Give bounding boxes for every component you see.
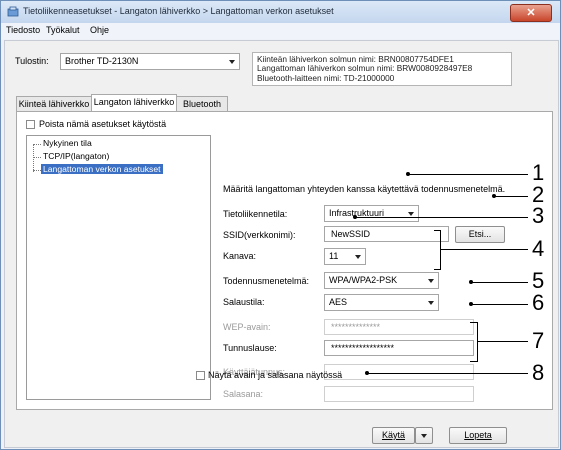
- username-input[interactable]: [324, 364, 474, 380]
- tree-item-current-status[interactable]: Nykyinen tila: [43, 138, 92, 148]
- password-label: Salasana:: [223, 389, 264, 399]
- channel-select[interactable]: 11: [324, 248, 366, 265]
- printer-info-box: Kiinteän lähiverkon solmun nimi: BRN0080…: [252, 52, 512, 86]
- callout-6: 6: [532, 290, 545, 315]
- close-button-label: Lopeta: [464, 430, 492, 440]
- comm-mode-label: Tietoliikennetila:: [223, 209, 288, 219]
- callout-line-1: [408, 174, 528, 175]
- auth-method-value: WPA/WPA2-PSK: [329, 275, 398, 285]
- callout-4: 4: [532, 236, 545, 261]
- callout-line-5: [471, 282, 528, 283]
- app-icon: [7, 6, 19, 17]
- chevron-down-icon: [355, 255, 361, 259]
- encryption-select[interactable]: AES: [324, 294, 439, 311]
- password-input[interactable]: [324, 386, 474, 402]
- ssid-input[interactable]: NewSSID: [324, 226, 449, 242]
- show-key-label: Näytä avain ja salasana näytössä: [208, 370, 343, 380]
- disable-settings-checkbox[interactable]: [26, 120, 35, 129]
- passphrase-label: Tunnuslause:: [223, 343, 277, 353]
- callout-3: 3: [532, 203, 545, 228]
- auth-method-label: Todennusmenetelmä:: [223, 276, 310, 286]
- settings-tree: Nykyinen tila TCP/IP(langaton) Langattom…: [26, 135, 211, 400]
- main-panel: Tulostin: Brother TD-2130N Kiinteän lähi…: [4, 40, 559, 448]
- close-window-button[interactable]: ✕: [510, 4, 552, 22]
- callout-line-6: [471, 304, 528, 305]
- channel-value: 11: [329, 251, 339, 261]
- tree-item-wireless-settings[interactable]: Langattoman verkon asetukset: [41, 164, 163, 174]
- callout-line-7: [478, 341, 528, 342]
- wireless-tab-page: Poista nämä asetukset käytöstä Nykyinen …: [16, 111, 553, 410]
- callout-line-8: [367, 373, 528, 374]
- comm-mode-select[interactable]: Infrastruktuuri: [324, 205, 419, 222]
- callout-7: 7: [532, 328, 545, 353]
- menu-bar: Tiedosto Työkalut Ohje: [1, 23, 560, 39]
- encryption-value: AES: [329, 297, 348, 307]
- chevron-down-icon: [428, 301, 434, 305]
- wep-key-label: WEP-avain:: [223, 322, 271, 332]
- tree-line: [33, 170, 41, 171]
- show-key-checkbox[interactable]: [196, 371, 205, 380]
- tree-line: [33, 157, 41, 158]
- chevron-down-icon: [421, 433, 427, 438]
- callout-line-4: [441, 249, 528, 250]
- apply-button[interactable]: Käytä: [372, 427, 415, 444]
- tree-line: [33, 144, 34, 172]
- apply-options-button[interactable]: [415, 427, 433, 444]
- callout-bracket-7: [470, 322, 478, 362]
- tree-item-tcpip[interactable]: TCP/IP(langaton): [43, 151, 109, 161]
- window-title: Tietoliikenneasetukset - Langaton lähive…: [23, 6, 334, 16]
- encryption-label: Salaustila:: [223, 297, 265, 307]
- callout-bracket-4: [434, 230, 441, 270]
- menu-help[interactable]: Ohje: [90, 25, 109, 35]
- callout-1: 1: [532, 160, 545, 185]
- callout-5: 5: [532, 268, 545, 293]
- bluetooth-device-name: Bluetooth-laitteen nimi: TD-21000000: [257, 72, 395, 83]
- apply-button-label: Käytä: [381, 430, 405, 440]
- passphrase-input[interactable]: ******************: [324, 340, 474, 356]
- tree-line: [33, 144, 41, 145]
- settings-window: Tietoliikenneasetukset - Langaton lähive…: [0, 0, 561, 450]
- tab-wireless-lan[interactable]: Langaton lähiverkko: [91, 94, 177, 111]
- title-bar: Tietoliikenneasetukset - Langaton lähive…: [1, 1, 560, 23]
- printer-label: Tulostin:: [15, 56, 49, 66]
- tab-bluetooth[interactable]: Bluetooth: [176, 96, 228, 111]
- callout-line-2: [494, 196, 528, 197]
- chevron-down-icon: [428, 279, 434, 283]
- search-ssid-button[interactable]: Etsi...: [455, 226, 505, 243]
- wep-key-input[interactable]: **************: [324, 319, 474, 335]
- menu-file[interactable]: Tiedosto: [6, 25, 40, 35]
- printer-select[interactable]: Brother TD-2130N: [60, 53, 240, 70]
- channel-label: Kanava:: [223, 251, 257, 261]
- callout-8: 8: [532, 360, 545, 385]
- ssid-label: SSID(verkkonimi):: [223, 230, 296, 240]
- chevron-down-icon: [408, 212, 414, 216]
- auth-method-select[interactable]: WPA/WPA2-PSK: [324, 272, 439, 289]
- menu-tools[interactable]: Työkalut: [46, 25, 80, 35]
- chevron-down-icon: [229, 60, 235, 64]
- form-intro-text: Määritä langattoman yhteyden kanssa käyt…: [223, 184, 506, 194]
- callout-line-3: [355, 217, 528, 218]
- close-button[interactable]: Lopeta: [449, 427, 507, 444]
- disable-settings-label: Poista nämä asetukset käytöstä: [39, 119, 167, 129]
- printer-select-value: Brother TD-2130N: [65, 56, 139, 66]
- tab-wired-lan[interactable]: Kiinteä lähiverkko: [16, 96, 92, 111]
